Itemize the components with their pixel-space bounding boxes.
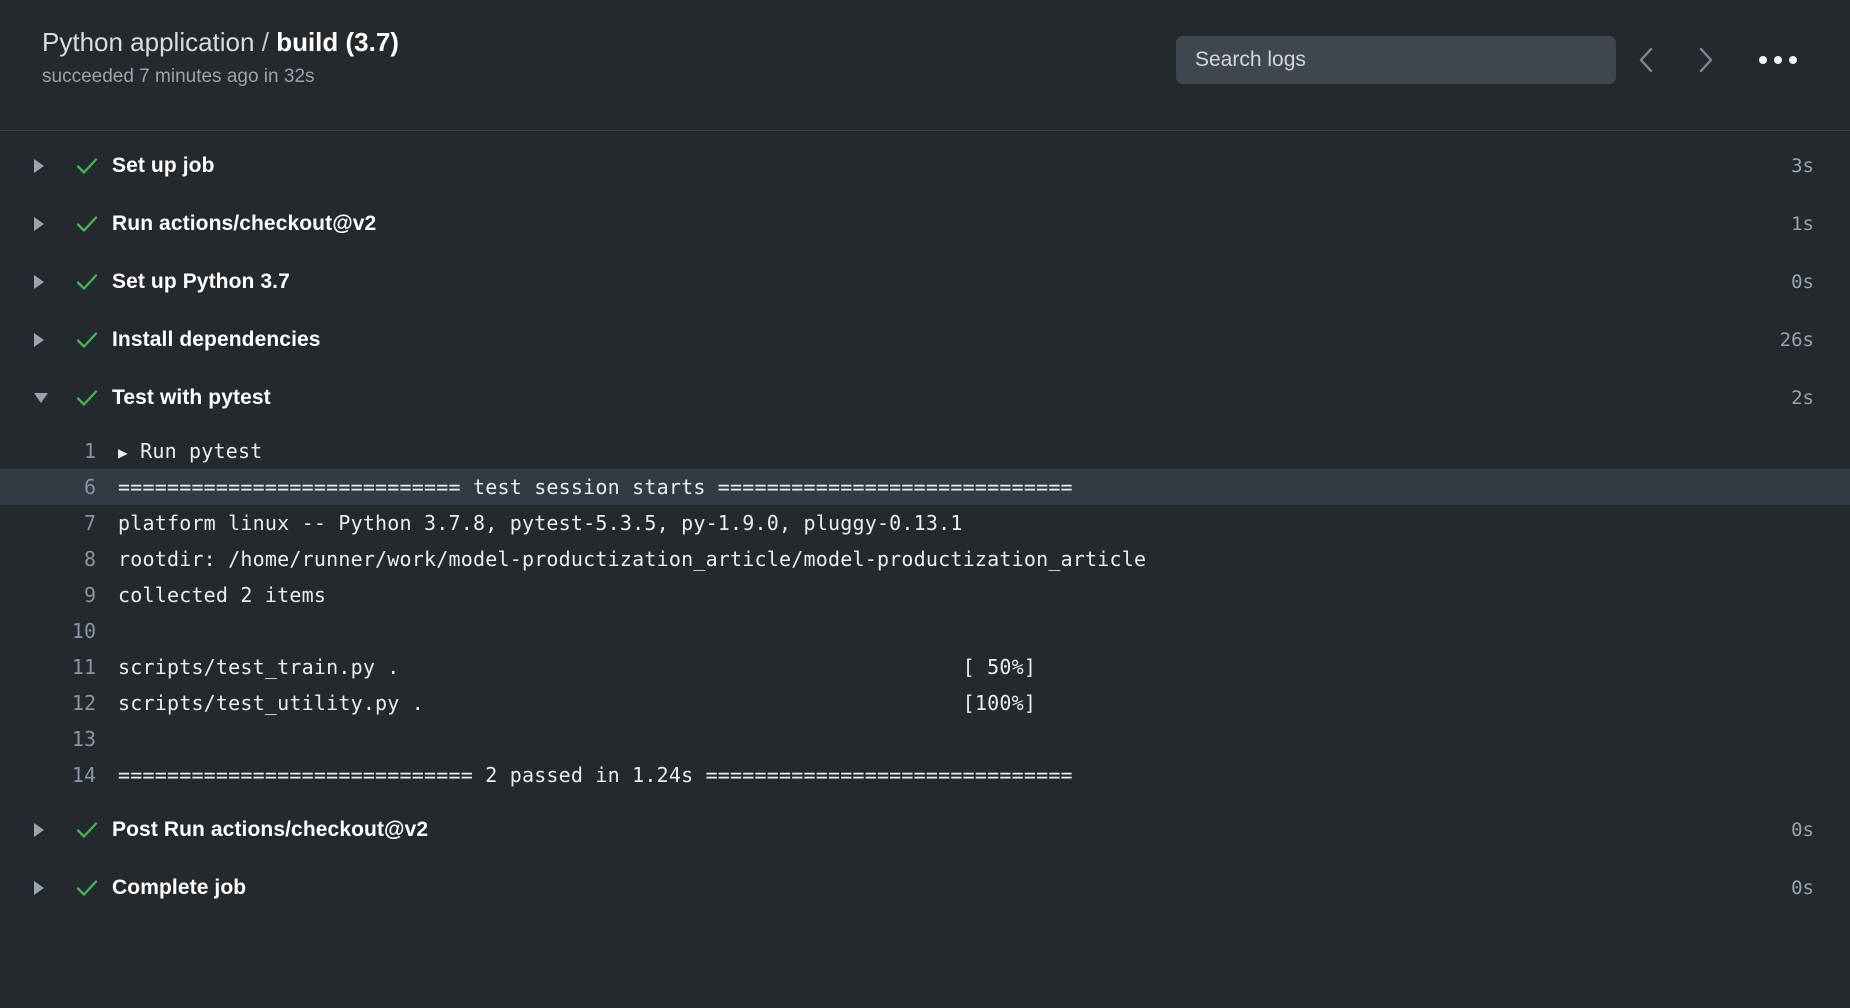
command-caret-icon[interactable]: ▶ — [118, 435, 128, 471]
header-title-group: Python application / build (3.7) succeed… — [42, 26, 399, 89]
step-status-icon — [60, 211, 112, 237]
collapse-step-button[interactable] — [34, 393, 60, 403]
next-step-button[interactable] — [1676, 36, 1736, 84]
step-status-icon — [60, 327, 112, 353]
step-duration: 0s — [1791, 271, 1814, 293]
step-label: Install dependencies — [112, 328, 321, 352]
step-status-icon — [60, 875, 112, 901]
step-duration: 1s — [1791, 213, 1814, 235]
step-row[interactable]: Run actions/checkout@v2 1s — [0, 195, 1850, 253]
step-label: Test with pytest — [112, 386, 271, 410]
log-line-text: ============================= 2 passed i… — [118, 757, 1850, 793]
search-input[interactable] — [1176, 36, 1616, 84]
log-line-number: 7 — [0, 505, 118, 541]
log-line[interactable]: 9collected 2 items — [0, 577, 1850, 613]
title-separator: / — [262, 27, 269, 57]
log-line-text: scripts/test_utility.py . [100%] — [118, 685, 1850, 721]
expand-step-button[interactable] — [34, 881, 60, 895]
expand-step-button[interactable] — [34, 823, 60, 837]
log-line[interactable]: 13 — [0, 721, 1850, 757]
step-label: Set up Python 3.7 — [112, 270, 290, 294]
step-duration: 0s — [1791, 877, 1814, 899]
header-actions — [1176, 36, 1814, 84]
job-header: Python application / build (3.7) succeed… — [0, 0, 1850, 131]
job-name: build (3.7) — [276, 27, 399, 57]
step-label: Set up job — [112, 154, 215, 178]
step-row[interactable]: Set up Python 3.7 0s — [0, 253, 1850, 311]
previous-step-button[interactable] — [1616, 36, 1676, 84]
step-duration: 3s — [1791, 155, 1814, 177]
log-line-text: scripts/test_train.py . [ 50%] — [118, 649, 1850, 685]
log-line-text: ============================ test sessio… — [118, 469, 1850, 505]
log-line-number: 6 — [0, 469, 118, 505]
step-row[interactable]: Complete job 0s — [0, 859, 1850, 917]
log-line[interactable]: 10 — [0, 613, 1850, 649]
log-output: 1▶ Run pytest6==========================… — [0, 427, 1850, 801]
log-line[interactable]: 12scripts/test_utility.py . [100%] — [0, 685, 1850, 721]
step-duration: 2s — [1791, 387, 1814, 409]
chevron-left-icon — [1635, 44, 1657, 76]
step-status-icon — [60, 817, 112, 843]
page-title: Python application / build (3.7) — [42, 26, 399, 58]
caret-right-icon — [34, 823, 44, 837]
caret-right-icon — [34, 333, 44, 347]
log-line-number: 9 — [0, 577, 118, 613]
workflow-name: Python application — [42, 27, 254, 57]
log-line-number: 11 — [0, 649, 118, 685]
log-line-number: 12 — [0, 685, 118, 721]
step-status-icon — [60, 153, 112, 179]
step-row[interactable]: Post Run actions/checkout@v2 0s — [0, 801, 1850, 859]
log-line-text: collected 2 items — [118, 577, 1850, 613]
caret-right-icon — [34, 159, 44, 173]
log-line-number: 8 — [0, 541, 118, 577]
expand-step-button[interactable] — [34, 275, 60, 289]
step-row[interactable]: Install dependencies 26s — [0, 311, 1850, 369]
step-label: Run actions/checkout@v2 — [112, 212, 376, 236]
log-line-number: 10 — [0, 613, 118, 649]
log-line[interactable]: 11scripts/test_train.py . [ 50%] — [0, 649, 1850, 685]
caret-right-icon — [34, 881, 44, 895]
step-status-icon — [60, 269, 112, 295]
step-label: Post Run actions/checkout@v2 — [112, 818, 428, 842]
step-label: Complete job — [112, 876, 246, 900]
job-status-line: succeeded 7 minutes ago in 32s — [42, 65, 399, 89]
step-status-icon — [60, 385, 112, 411]
log-line-number: 1 — [0, 433, 118, 469]
log-line[interactable]: 8rootdir: /home/runner/work/model-produc… — [0, 541, 1850, 577]
log-line-number: 14 — [0, 757, 118, 793]
log-line[interactable]: 1▶ Run pytest — [0, 433, 1850, 469]
step-duration: 26s — [1780, 329, 1814, 351]
log-line-text: ▶ Run pytest — [118, 433, 1850, 471]
caret-right-icon — [34, 275, 44, 289]
expand-step-button[interactable] — [34, 217, 60, 231]
log-line[interactable]: 14============================= 2 passed… — [0, 757, 1850, 793]
chevron-right-icon — [1695, 44, 1717, 76]
steps-list: Set up job 3s Run actions/checkout@v2 1s Set… — [0, 131, 1850, 917]
log-line-number: 13 — [0, 721, 118, 757]
log-line-text: rootdir: /home/runner/work/model-product… — [118, 541, 1850, 577]
step-row[interactable]: Test with pytest 2s — [0, 369, 1850, 427]
step-row[interactable]: Set up job 3s — [0, 137, 1850, 195]
log-line-text: platform linux -- Python 3.7.8, pytest-5… — [118, 505, 1850, 541]
caret-down-icon — [34, 393, 48, 403]
more-options-button[interactable] — [1742, 36, 1814, 84]
expand-step-button[interactable] — [34, 333, 60, 347]
kebab-menu-icon — [1759, 56, 1797, 64]
caret-right-icon — [34, 217, 44, 231]
log-line[interactable]: 7platform linux -- Python 3.7.8, pytest-… — [0, 505, 1850, 541]
expand-step-button[interactable] — [34, 159, 60, 173]
step-duration: 0s — [1791, 819, 1814, 841]
log-line[interactable]: 6============================ test sessi… — [0, 469, 1850, 505]
